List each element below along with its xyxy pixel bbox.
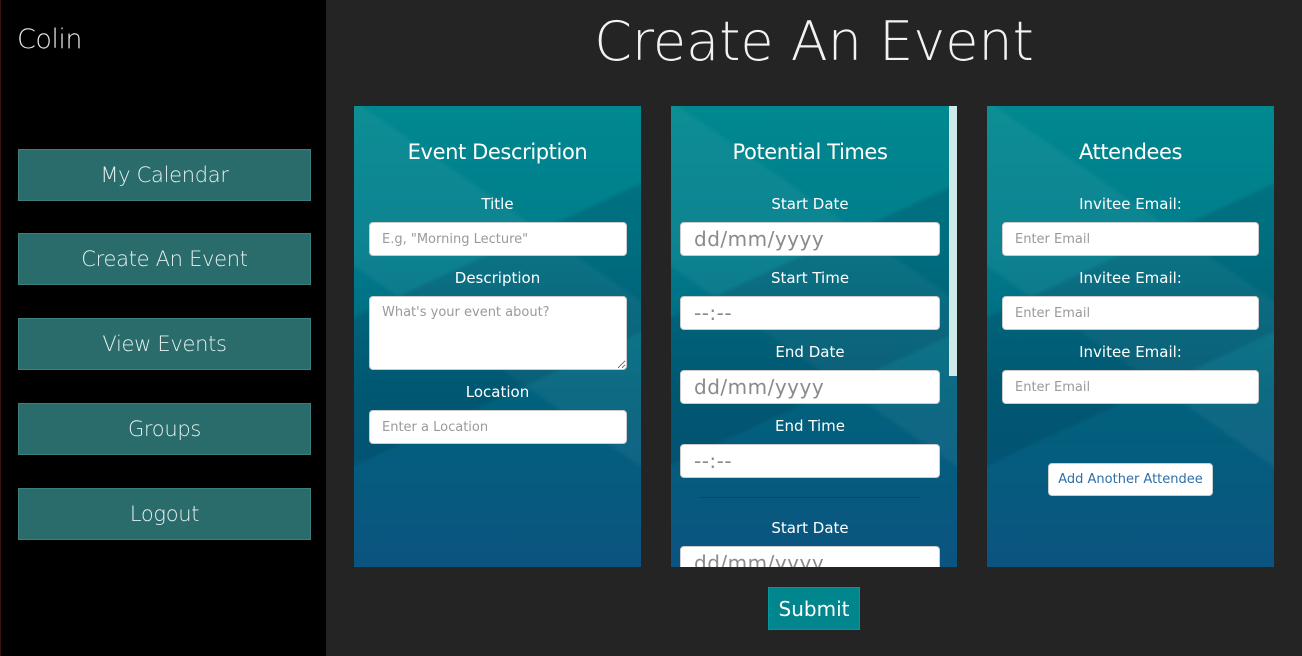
title-input[interactable]	[369, 222, 627, 256]
potential-times-panel: Potential Times Start Date dd/mm/yyyy St…	[671, 106, 957, 567]
location-input[interactable]	[369, 410, 627, 444]
invitee-email-label-1: Invitee Email:	[1079, 195, 1182, 213]
start-time-label: Start Time	[770, 269, 850, 287]
nav-create-event-button[interactable]: Create An Event	[18, 233, 311, 285]
nav-view-events-button[interactable]: View Events	[18, 318, 311, 370]
potential-times-heading: Potential Times	[732, 140, 888, 164]
attendees-heading: Attendees	[1078, 140, 1183, 164]
end-date-input[interactable]: dd/mm/yyyy	[680, 370, 940, 404]
page-title: Create An Event	[594, 10, 1034, 73]
nav-groups-button[interactable]: Groups	[18, 403, 311, 455]
end-date-label: End Date	[775, 343, 845, 361]
invitee-email-input-1[interactable]	[1002, 222, 1259, 256]
description-label: Description	[454, 269, 541, 287]
location-label: Location	[465, 383, 530, 401]
start-date-input[interactable]: dd/mm/yyyy	[680, 222, 940, 256]
invitee-email-label-3: Invitee Email:	[1079, 343, 1182, 361]
start-date-label: Start Date	[771, 195, 849, 213]
nav-logout-button[interactable]: Logout	[18, 488, 311, 540]
submit-button[interactable]: Submit	[768, 587, 860, 630]
attendees-panel: Attendees Invitee Email: Invitee Email: …	[987, 106, 1274, 567]
event-description-heading: Event Description	[407, 140, 588, 164]
invitee-email-input-2[interactable]	[1002, 296, 1259, 330]
time-slot-divider	[699, 497, 921, 498]
add-attendee-button[interactable]: Add Another Attendee	[1048, 463, 1213, 496]
start-date-input-2[interactable]: dd/mm/yyyy	[680, 546, 940, 567]
title-label: Title	[481, 195, 514, 213]
end-time-label: End Time	[775, 417, 845, 435]
invitee-email-input-3[interactable]	[1002, 370, 1259, 404]
description-textarea[interactable]	[369, 296, 627, 370]
invitee-email-label-2: Invitee Email:	[1079, 269, 1182, 287]
nav-my-calendar-button[interactable]: My Calendar	[18, 149, 311, 201]
end-time-input[interactable]: --:--	[680, 444, 940, 478]
sidebar: Colin My Calendar Create An Event View E…	[0, 0, 326, 656]
start-date-label-2: Start Date	[771, 519, 849, 537]
start-time-input[interactable]: --:--	[680, 296, 940, 330]
potential-times-scrollbar[interactable]	[949, 106, 957, 376]
event-description-panel: Event Description Title Description Loca…	[354, 106, 641, 567]
user-name: Colin	[17, 24, 83, 55]
